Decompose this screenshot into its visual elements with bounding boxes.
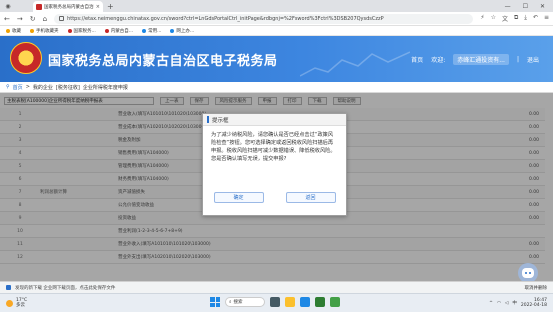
chat-assistant-button[interactable] [518,263,538,283]
bookmark-item[interactable]: 网上办... [170,28,194,34]
dialog-buttons: 确定 返回 [203,192,346,203]
breadcrumb-item[interactable]: 我的企业 [33,84,53,91]
tax-emblem-logo [10,42,42,74]
file-explorer-icon[interactable] [285,297,295,307]
site-title: 国家税务总局内蒙古自治区电子税务局 [48,54,278,69]
windows-taskbar: 17°C 多云 ⌕ 搜索 ^ ◠ ◁ 中 16:47 2022-04-18 [0,293,553,312]
reload-icon[interactable]: ↻ [30,15,36,23]
edge-browser-icon[interactable] [300,297,310,307]
dialog-title: 提示框 [212,117,229,124]
dialog-message: 为了减少纳税风险，请您确认是否已经点击过“政策风险检查”按钮。您可选择确定或返回… [211,132,336,162]
search-label: 搜索 [233,300,243,305]
bookmark-icon [142,28,147,33]
bookmark-item[interactable]: 内蒙古自... [104,28,133,34]
site-favicon [36,3,42,10]
url-text: https://etax.neimenggu.chinatax.gov.cn/s… [67,15,384,22]
bookmark-item[interactable]: 常用... [142,28,161,34]
weather-widget[interactable]: 17°C 多云 [6,298,27,308]
new-tab-icon[interactable]: + [107,2,114,11]
browser-tab-bar: ◉ 国家税务总局内蒙古自治区电子税务局 × + — ☐ ✕ [0,0,553,12]
breadcrumb-item[interactable]: [税务征收] [56,84,80,91]
back-icon[interactable]: ← [4,15,10,23]
task-view-icon[interactable] [270,297,280,307]
bookmark-icon [170,28,175,33]
lightning-icon[interactable]: ⚡ [480,14,484,23]
volume-icon[interactable]: ◁ [505,301,508,306]
bookmark-item[interactable]: 收藏 [6,28,21,34]
divider: | [516,56,519,63]
robot-icon [522,268,534,278]
clock[interactable]: 16:47 2022-04-18 [521,298,547,308]
minimize-icon[interactable]: — [505,3,511,10]
wifi-icon[interactable]: ◠ [497,301,501,306]
wechat-icon[interactable] [330,297,340,307]
breadcrumb-sep: > [25,84,30,90]
extensions-icon[interactable]: ⧉ [514,14,518,23]
site-header: 国家税务总局内蒙古自治区电子税务局 首页 欢迎: 赤峰汇通投资有... | 退出 [0,36,553,82]
home-icon[interactable]: ⌂ [43,15,47,23]
ime-icon[interactable]: 中 [512,300,517,306]
browser-tools: ⚡ ☆ 文 ⧉ ⤓ ↶ ≡ [480,14,549,23]
taskbar-search[interactable]: ⌕ 搜索 [225,297,265,307]
taskbar-apps: ⌕ 搜索 [210,297,340,307]
maximize-icon[interactable]: ☐ [523,3,528,10]
search-icon: ⌕ [229,300,232,305]
confirm-dialog: 提示框 为了减少纳税风险，请您确认是否已经点击过“政策风险检查”按钮。您可选择确… [202,113,347,216]
welcome-label: 欢迎: [431,57,446,64]
back-button[interactable]: 返回 [285,192,336,203]
download-message: 发现的新下载 企业网下载页面，点击此处保存文件 [15,285,116,291]
translate-icon[interactable]: 文 [502,14,508,23]
menu-icon[interactable]: ≡ [544,14,549,23]
chevron-up-icon[interactable]: ^ [489,301,493,306]
close-tab-icon[interactable]: × [96,4,100,10]
bookmark-item[interactable]: 手机收藏夹 [30,28,59,34]
address-bar-row: ← → ↻ ⌂ https://etax.neimenggu.chinatax.… [0,12,553,26]
close-window-icon[interactable]: ✕ [540,3,545,10]
weather-icon [6,299,13,307]
bookmarks-bar: 收藏 手机收藏夹 国家税务... 内蒙古自... 常用... 网上办... [0,26,553,36]
dialog-header: 提示框 [203,114,346,126]
window-controls: — ☐ ✕ [505,3,553,10]
bookmark-item[interactable]: 国家税务... [67,28,96,34]
download-notification-bar: 发现的新下载 企业网下载页面，点击此处保存文件 取消并删除 [0,281,553,293]
undo-icon[interactable]: ↶ [533,14,538,23]
exit-link[interactable]: 退出 [527,55,539,64]
forward-icon[interactable]: → [17,15,23,23]
bookmark-icon [67,28,72,33]
bookmark-icon [6,28,10,33]
location-pin-icon: ⚲ [6,84,10,90]
breadcrumb-item: 企业所得税年度申报 [82,84,128,91]
user-name[interactable]: 赤峰汇通投资有... [453,54,509,65]
great-wall-decoration [300,51,410,77]
bookmark-icon [104,28,109,33]
browser-menu-icon[interactable]: ◉ [3,1,13,11]
header-links: 首页 欢迎: 赤峰汇通投资有... | 退出 [411,54,539,65]
url-field[interactable]: https://etax.neimenggu.chinatax.gov.cn/s… [54,13,474,24]
home-link[interactable]: 首页 [411,55,423,64]
tab-title: 国家税务总局内蒙古自治区电子税务局 [44,4,94,10]
confirm-button[interactable]: 确定 [213,192,264,203]
bookmark-icon [30,28,34,33]
breadcrumb-home[interactable]: 首页 [13,84,23,91]
system-tray: ^ ◠ ◁ 中 16:47 2022-04-18 [489,298,547,308]
dialog-accent-bar [207,116,209,123]
windows-start-icon[interactable] [210,297,220,307]
date: 2022-04-18 [520,303,547,308]
excel-icon[interactable] [315,297,325,307]
breadcrumb: ⚲ 首页 > 我的企业 [税务征收] 企业所得税年度申报 [0,82,553,93]
info-icon [6,285,11,290]
weather-text: 多云 [16,303,25,308]
browser-tab[interactable]: 国家税务总局内蒙古自治区电子税务局 × [33,1,103,12]
star-icon[interactable]: ☆ [491,14,496,23]
lock-icon [59,16,65,21]
download-icon[interactable]: ⤓ [524,14,527,23]
cancel-delete-link[interactable]: 取消并删除 [525,285,548,291]
